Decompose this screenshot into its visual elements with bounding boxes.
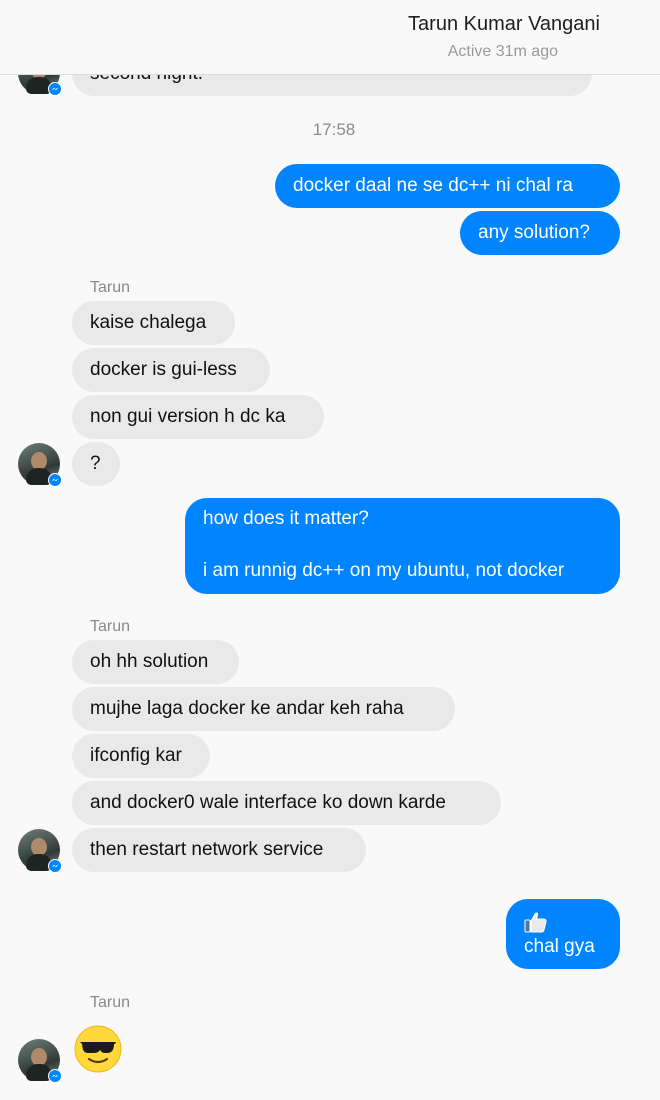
- incoming-message[interactable]: ifconfig kar: [72, 734, 210, 778]
- incoming-message[interactable]: kaise chalega: [72, 301, 235, 345]
- contact-avatar[interactable]: [18, 1039, 62, 1083]
- messenger-badge-icon: [48, 473, 62, 487]
- incoming-message[interactable]: docker is gui-less: [72, 348, 270, 392]
- outgoing-message[interactable]: how does it matter? i am runnig dc++ on …: [185, 498, 620, 594]
- contact-avatar[interactable]: [18, 829, 62, 873]
- outgoing-message[interactable]: any solution?: [460, 211, 620, 255]
- active-status: Active 31m ago: [447, 43, 558, 60]
- message-line: how does it matter?: [203, 508, 369, 529]
- outgoing-message[interactable]: docker daal ne se dc++ ni chal ra: [275, 164, 620, 208]
- message-text: chal gya: [524, 936, 595, 957]
- conversation-header: Tarun Kumar Vangani Active 31m ago: [0, 0, 660, 75]
- incoming-message[interactable]: non gui version h dc ka: [72, 395, 324, 439]
- incoming-message[interactable]: oh hh solution: [72, 640, 239, 684]
- message-line: i am runnig dc++ on my ubuntu, not docke…: [203, 560, 565, 581]
- sunglasses-emoji-icon[interactable]: [74, 1025, 122, 1073]
- thumbs-up-icon: [524, 911, 602, 935]
- contact-name[interactable]: Tarun Kumar Vangani: [0, 13, 600, 36]
- messenger-badge-icon: [48, 859, 62, 873]
- message-timestamp: 17:58: [312, 120, 356, 139]
- messenger-badge-icon: [48, 82, 62, 96]
- incoming-message[interactable]: ?: [72, 442, 120, 486]
- contact-avatar[interactable]: [18, 443, 62, 487]
- messenger-badge-icon: [48, 1069, 62, 1083]
- outgoing-message[interactable]: chal gya: [506, 899, 620, 969]
- sender-name: Tarun: [90, 618, 131, 635]
- incoming-message[interactable]: then restart network service: [72, 828, 366, 872]
- sender-name: Tarun: [90, 279, 131, 296]
- sender-name: Tarun: [90, 994, 131, 1011]
- incoming-message[interactable]: mujhe laga docker ke andar keh raha: [72, 687, 455, 731]
- incoming-message[interactable]: and docker0 wale interface ko down karde: [72, 781, 501, 825]
